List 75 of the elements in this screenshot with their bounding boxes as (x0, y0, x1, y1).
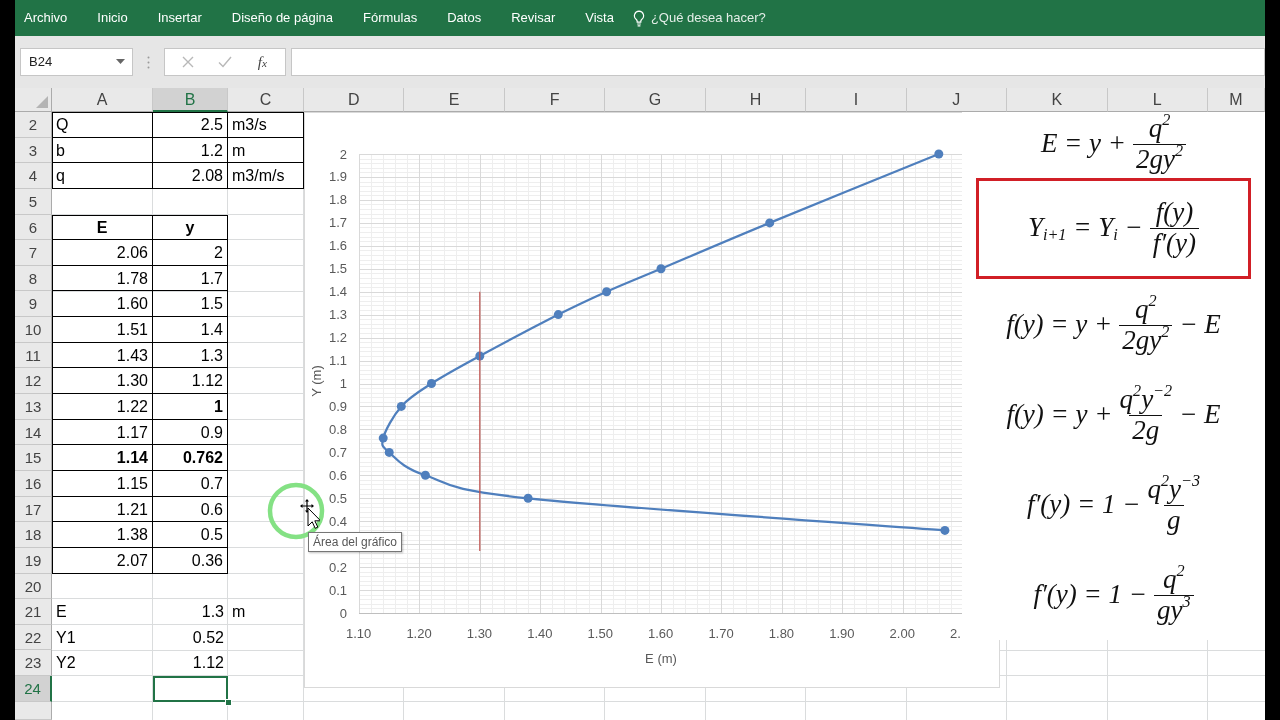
axis-tick-label: 1.9 (328, 169, 347, 185)
table-cell: b (52, 137, 153, 164)
table-cell: 1.2 (153, 137, 228, 164)
table-cell: 1.51 (52, 317, 153, 343)
axis-tick-label: 1.30 (466, 626, 493, 641)
table-cell: 0.7 (153, 470, 228, 497)
axis-tick-label: 1.50 (587, 626, 613, 641)
table-cell-text: E (55, 602, 68, 623)
table-cell: 2.06 (52, 240, 153, 266)
table-cell: 1.3 (153, 342, 228, 369)
table-cell: 1.14 (52, 445, 153, 471)
axis-tick-label: 1.90 (829, 626, 855, 641)
table-cell: 0.9 (153, 419, 228, 446)
table-cell: 1.7 (153, 265, 228, 292)
table-cell: 1.21 (52, 496, 153, 523)
table-cell: 1.60 (52, 291, 153, 318)
axis-tick-label: 0.5 (328, 490, 347, 506)
table-cell: 1.38 (52, 522, 153, 548)
table-cell: y (153, 214, 228, 241)
axis-tick-label: 1.7 (328, 215, 347, 231)
axis-tick-label: 1.10 (346, 626, 372, 641)
table-cell: q (52, 163, 153, 189)
tooltip: Área del gráfico (308, 532, 403, 552)
axis-tick-label: 2.00 (889, 626, 915, 641)
axis-tick-label: 1.1 (328, 353, 347, 369)
table-cell: 1.30 (52, 368, 153, 395)
axis-title: Y (m) (309, 365, 324, 397)
axis-tick-label: 0.4 (328, 513, 347, 529)
table-cell: 1.12 (153, 368, 228, 395)
table-cell: 1.43 (52, 342, 153, 369)
axis-tick-label: 1.2 (328, 330, 347, 346)
table-cell-text: Y1 (55, 627, 77, 648)
axis-tick-label: 0.2 (328, 559, 347, 575)
table-cell-text: m (231, 602, 247, 623)
axis-tick-label: 0.8 (328, 421, 347, 437)
axis-tick-label: 1.3 (328, 307, 347, 323)
axis-tick-label: 0 (339, 605, 347, 621)
axis-tick-label: 2. (950, 626, 961, 641)
table-cell: 1.15 (52, 470, 153, 497)
table-cell: 0.762 (153, 445, 228, 471)
table-cell: 1.78 (52, 265, 153, 292)
axis-tick-label: 1.4 (328, 284, 347, 300)
table-cell-text: Y2 (55, 653, 77, 674)
axis-tick-label: 1 (339, 376, 347, 391)
table-cell: 2.5 (153, 112, 228, 138)
table-cell: 2.08 (153, 163, 228, 189)
table-cell: 2 (153, 240, 228, 266)
table-cell-text: 1.3 (200, 602, 225, 623)
table-cell: Q (52, 112, 153, 138)
table-cell: 1.22 (52, 394, 153, 420)
axis-tick-label: 0.7 (328, 444, 347, 460)
axis-tick-label: 0.6 (328, 467, 347, 483)
axis-tick-label: 1.20 (406, 626, 432, 641)
table-cell: 1.4 (153, 317, 228, 343)
table-cell: 0.6 (153, 496, 228, 523)
table-cell: 0.36 (153, 547, 228, 574)
axis-tick-label: 1.60 (648, 626, 674, 641)
axis-tick-label: 1.40 (527, 626, 553, 641)
table-cell-text: 0.52 (191, 627, 225, 648)
table-cell: 0.5 (153, 522, 228, 548)
axis-tick-label: 1.8 (328, 192, 347, 208)
axis-tick-label: 1.80 (768, 626, 795, 641)
table-cell: 1 (153, 394, 228, 420)
axis-tick-label: 1.70 (708, 626, 734, 641)
axis-tick-label: 0.1 (328, 582, 347, 598)
axis-tick-label: 1.6 (328, 238, 347, 254)
table-cell-text: 1.12 (191, 653, 225, 674)
axis-tick-label: 0.9 (328, 398, 347, 414)
axis-title: E (m) (645, 651, 677, 666)
axis-tick-label: 1.5 (328, 261, 347, 277)
table-cell: E (52, 214, 153, 241)
table-cell: 2.07 (52, 547, 153, 574)
axis-tick-label: 2 (339, 146, 347, 162)
table-cell: 1.5 (153, 291, 228, 318)
table-cell: 1.17 (52, 419, 153, 446)
